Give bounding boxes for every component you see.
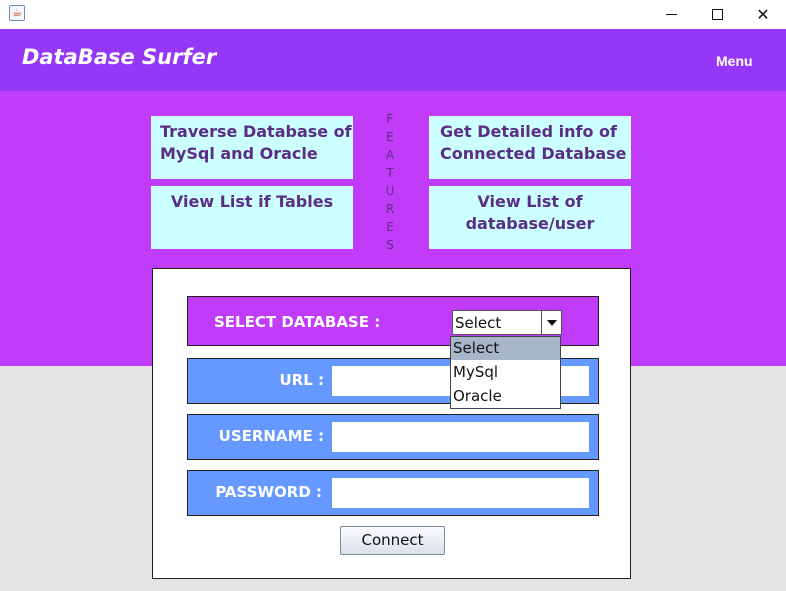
database-select[interactable]: Select [452, 310, 562, 335]
minimize-button[interactable] [648, 0, 694, 29]
features-letter: S [386, 238, 394, 252]
connect-button[interactable]: Connect [340, 526, 445, 555]
close-button[interactable]: ✕ [740, 0, 786, 29]
minimize-icon [665, 14, 677, 15]
select-database-label: SELECT DATABASE : [214, 313, 381, 331]
maximize-icon [711, 9, 723, 20]
chevron-down-icon[interactable] [541, 311, 561, 334]
feature-card-tables: View List if Tables [151, 186, 353, 249]
feature-card-traverse: Traverse Database of MySql and Oracle [151, 116, 353, 179]
app-title: DataBase Surfer [22, 45, 217, 69]
features-letter: R [385, 202, 395, 216]
title-bar: ☕ ✕ [0, 0, 786, 29]
close-icon: ✕ [756, 5, 770, 24]
username-row: USERNAME : [187, 414, 599, 460]
dropdown-option-select[interactable]: Select [451, 337, 560, 360]
features-letter: T [386, 166, 394, 180]
dropdown-option-oracle[interactable]: Oracle [451, 385, 560, 408]
password-row: PASSWORD : [187, 470, 599, 516]
database-select-value: Select [455, 314, 502, 332]
features-letter: A [385, 148, 395, 162]
feature-card-database-list: View List of database/user [429, 186, 631, 249]
feature-card-details: Get Detailed info of Connected Database [429, 116, 631, 179]
app-header: DataBase Surfer Menu [0, 29, 786, 91]
features-letter: U [385, 184, 395, 198]
menu-button[interactable]: Menu [716, 53, 753, 69]
features-vertical-label: F E A T U R E S [383, 110, 397, 258]
features-letter: E [386, 220, 394, 234]
app-window: ☕ ✕ DataBase Surfer Menu Traverse Databa… [0, 0, 786, 591]
features-letter: F [386, 112, 394, 126]
database-select-dropdown: Select MySql Oracle [450, 336, 561, 409]
java-coffee-icon: ☕ [9, 5, 25, 21]
url-label: URL : [279, 371, 324, 389]
features-letter: E [386, 130, 394, 144]
dropdown-option-mysql[interactable]: MySql [451, 361, 560, 384]
password-input[interactable] [332, 478, 589, 508]
username-label: USERNAME : [218, 427, 324, 445]
password-label: PASSWORD : [215, 483, 322, 501]
maximize-button[interactable] [694, 0, 740, 29]
username-input[interactable] [332, 422, 589, 452]
